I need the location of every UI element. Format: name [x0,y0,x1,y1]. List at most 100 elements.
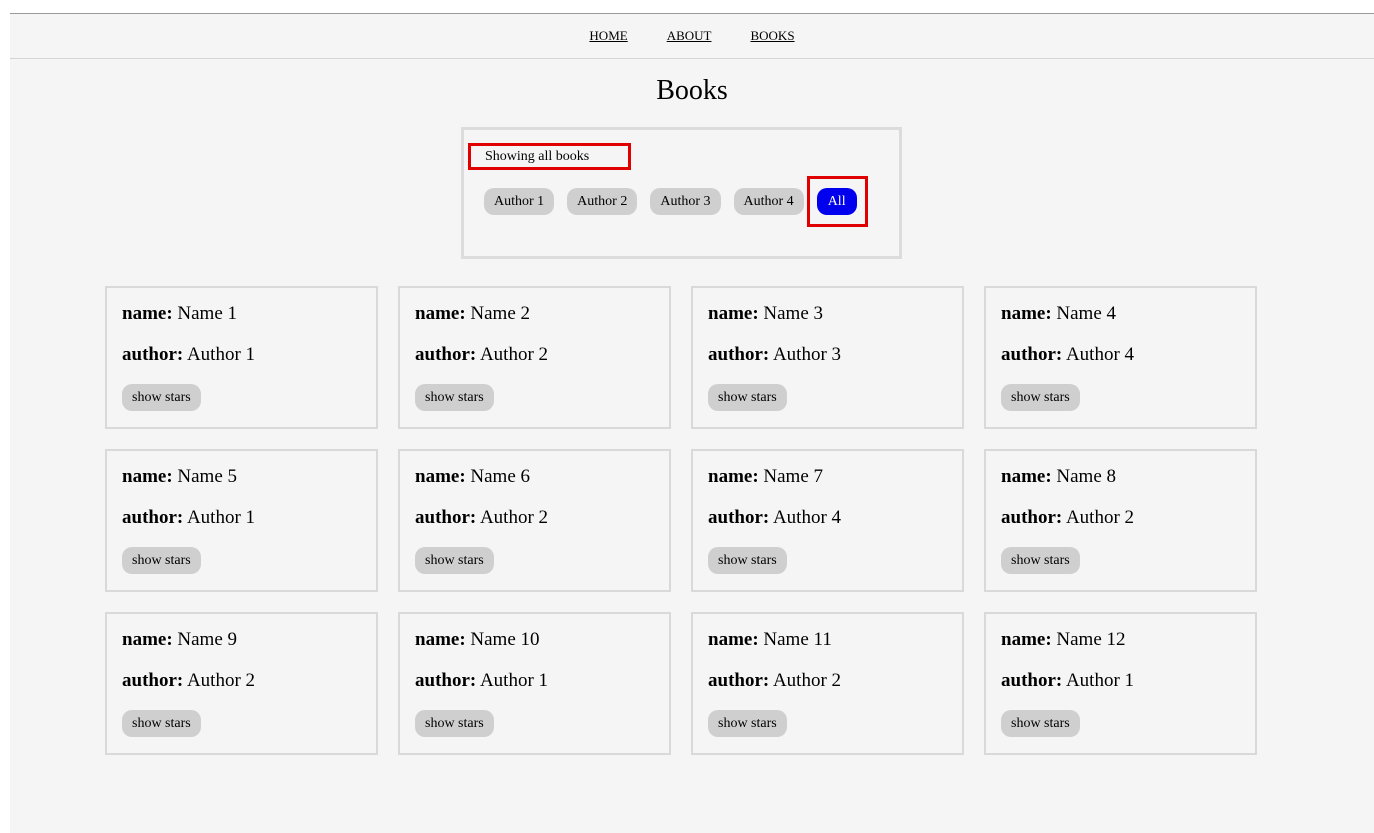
filter-button-all[interactable]: All [816,188,857,215]
book-name-label: name: [1001,629,1052,650]
book-author-line: author: Author 4 [1001,343,1255,367]
book-name-label: name: [415,629,466,650]
book-card: name: Name 2 author: Author 2 show stars [398,286,671,429]
book-author-value: Author 2 [479,344,549,365]
show-stars-button[interactable]: show stars [122,547,201,574]
show-stars-button[interactable]: show stars [1001,710,1080,737]
book-author-label: author: [708,670,770,691]
filter-panel: Showing all books Author 1 Author 2 Auth… [461,127,902,259]
book-name-label: name: [1001,466,1052,487]
book-author-line: author: Author 3 [708,343,962,367]
book-name-line: name: Name 2 [415,302,669,326]
book-author-value: Author 2 [186,670,256,691]
book-name-value: Name 11 [763,629,832,650]
book-author-value: Author 2 [479,507,549,528]
book-name-line: name: Name 11 [708,628,962,652]
book-author-line: author: Author 2 [1001,506,1255,530]
book-name-label: name: [122,303,173,324]
book-name-label: name: [708,629,759,650]
book-name-value: Name 5 [177,466,238,487]
book-name-value: Name 1 [177,303,238,324]
book-author-label: author: [708,507,770,528]
book-author-line: author: Author 1 [415,669,669,693]
book-name-value: Name 8 [1056,466,1117,487]
show-stars-button[interactable]: show stars [122,384,201,411]
book-author-label: author: [1001,670,1063,691]
book-name-line: name: Name 6 [415,465,669,489]
book-card: name: Name 10 author: Author 1 show stars [398,612,671,755]
book-author-value: Author 1 [186,344,256,365]
book-author-value: Author 2 [1065,507,1135,528]
book-author-value: Author 4 [772,507,842,528]
book-author-label: author: [415,507,477,528]
book-name-line: name: Name 3 [708,302,962,326]
book-name-label: name: [415,303,466,324]
book-author-line: author: Author 2 [708,669,962,693]
book-name-line: name: Name 1 [122,302,376,326]
book-author-line: author: Author 1 [122,343,376,367]
book-card: name: Name 5 author: Author 1 show stars [105,449,378,592]
book-name-value: Name 3 [763,303,824,324]
show-stars-button[interactable]: show stars [415,384,494,411]
book-name-label: name: [708,466,759,487]
book-author-line: author: Author 2 [415,506,669,530]
book-name-line: name: Name 12 [1001,628,1255,652]
filter-button-author-4[interactable]: Author 4 [733,188,804,215]
book-name-line: name: Name 10 [415,628,669,652]
book-grid: name: Name 1 author: Author 1 show stars na… [105,286,1257,755]
book-author-value: Author 1 [479,670,549,691]
book-author-label: author: [122,344,184,365]
book-name-label: name: [122,629,173,650]
book-name-value: Name 7 [763,466,824,487]
filter-button-author-2[interactable]: Author 2 [567,188,638,215]
book-card: name: Name 6 author: Author 2 show stars [398,449,671,592]
book-author-label: author: [122,670,184,691]
show-stars-button[interactable]: show stars [708,710,787,737]
book-name-label: name: [1001,303,1052,324]
book-name-line: name: Name 4 [1001,302,1255,326]
book-author-line: author: Author 2 [122,669,376,693]
book-name-line: name: Name 7 [708,465,962,489]
book-name-line: name: Name 9 [122,628,376,652]
show-stars-button[interactable]: show stars [1001,547,1080,574]
book-name-value: Name 6 [470,466,531,487]
filter-button-author-3[interactable]: Author 3 [650,188,721,215]
show-stars-button[interactable]: show stars [415,547,494,574]
book-author-line: author: Author 1 [1001,669,1255,693]
nav-link-books[interactable]: BOOKS [750,28,794,44]
book-author-value: Author 1 [1065,670,1135,691]
page-title: Books [656,75,728,106]
book-name-line: name: Name 5 [122,465,376,489]
filter-button-author-1[interactable]: Author 1 [484,188,555,215]
nav-link-home[interactable]: HOME [589,28,627,44]
book-card: name: Name 1 author: Author 1 show stars [105,286,378,429]
top-nav: HOME ABOUT BOOKS [10,14,1374,59]
nav-link-about[interactable]: ABOUT [667,28,712,44]
book-name-value: Name 10 [470,629,540,650]
book-author-label: author: [708,344,770,365]
show-stars-button[interactable]: show stars [122,710,201,737]
filter-status-text: Showing all books [468,143,631,170]
book-name-value: Name 2 [470,303,531,324]
page-frame: HOME ABOUT BOOKS Books Showing all books… [10,13,1374,833]
book-author-value: Author 2 [772,670,842,691]
book-name-value: Name 12 [1056,629,1126,650]
show-stars-button[interactable]: show stars [1001,384,1080,411]
book-name-label: name: [122,466,173,487]
show-stars-button[interactable]: show stars [415,710,494,737]
book-card: name: Name 9 author: Author 2 show stars [105,612,378,755]
filter-button-all-wrapper: All [806,176,868,227]
book-name-value: Name 4 [1056,303,1117,324]
show-stars-button[interactable]: show stars [708,547,787,574]
book-author-value: Author 1 [186,507,256,528]
book-author-label: author: [415,670,477,691]
show-stars-button[interactable]: show stars [708,384,787,411]
book-name-label: name: [415,466,466,487]
book-author-label: author: [122,507,184,528]
book-author-line: author: Author 4 [708,506,962,530]
book-card: name: Name 12 author: Author 1 show stars [984,612,1257,755]
book-card: name: Name 4 author: Author 4 show stars [984,286,1257,429]
book-author-label: author: [1001,507,1063,528]
book-author-label: author: [415,344,477,365]
book-author-value: Author 4 [1065,344,1135,365]
